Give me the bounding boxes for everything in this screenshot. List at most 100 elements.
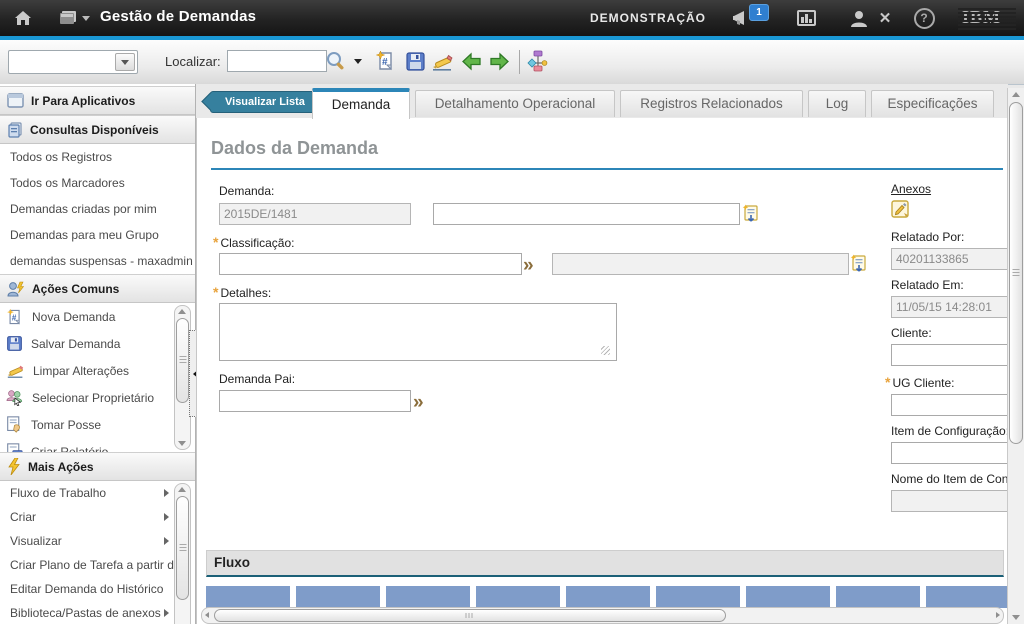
search-options-caret-icon[interactable] xyxy=(351,49,365,73)
scrollbar-thumb[interactable] xyxy=(214,609,726,622)
action-nova-demanda[interactable]: # Nova Demanda xyxy=(0,303,195,330)
query-item[interactable]: Todos os Registros xyxy=(0,144,195,170)
scroll-up-icon[interactable] xyxy=(1012,92,1020,97)
classificacao-descricao-field[interactable] xyxy=(552,253,849,275)
localizar-input[interactable] xyxy=(227,50,327,72)
combobox-caret-icon[interactable] xyxy=(115,53,135,71)
demanda-pai-field[interactable] xyxy=(219,390,411,412)
scroll-down-icon[interactable] xyxy=(1012,615,1020,620)
search-icon[interactable] xyxy=(324,49,348,73)
relatado-por-field[interactable] xyxy=(891,248,1008,270)
tab-detalhamento-operacional[interactable]: Detalhamento Operacional xyxy=(415,90,615,117)
profile-icon[interactable] xyxy=(848,7,870,29)
more-action-visualizar[interactable]: Visualizar xyxy=(0,529,195,553)
next-record-icon[interactable] xyxy=(487,49,511,73)
workflow-step[interactable] xyxy=(206,586,290,608)
query-item[interactable]: demandas suspensas - maxadmin xyxy=(0,248,195,274)
attachments-icon[interactable] xyxy=(891,200,911,220)
more-action-criar-plano[interactable]: Criar Plano de Tarefa a partir d... xyxy=(0,553,195,577)
demanda-field[interactable] xyxy=(219,203,411,225)
long-description-icon[interactable] xyxy=(850,254,868,273)
scrollbar-thumb[interactable] xyxy=(1009,102,1023,444)
sidebar-section-go-to[interactable]: Ir Para Aplicativos xyxy=(0,86,195,115)
workflow-icon[interactable] xyxy=(526,49,550,73)
submenu-arrow-icon xyxy=(164,609,169,617)
query-item[interactable]: Demandas para meu Grupo xyxy=(0,222,195,248)
logout-icon[interactable]: ✕ xyxy=(874,7,896,29)
sidebar-section-more-actions[interactable]: Mais Ações xyxy=(0,452,195,481)
classificacao-detail-menu-icon[interactable]: » xyxy=(523,256,534,275)
create-report-icon xyxy=(6,443,23,452)
classificacao-field[interactable] xyxy=(219,253,522,275)
demanda-pai-label: Demanda Pai: xyxy=(219,372,295,386)
workflow-step[interactable] xyxy=(656,586,740,608)
applications-menu-icon[interactable] xyxy=(58,7,90,29)
long-description-icon[interactable] xyxy=(742,204,760,223)
detalhes-textarea[interactable] xyxy=(219,303,617,361)
workflow-step[interactable] xyxy=(836,586,920,608)
query-item[interactable]: Todos os Marcadores xyxy=(0,170,195,196)
vertical-scrollbar[interactable] xyxy=(1007,88,1024,624)
demanda-pai-detail-menu-icon[interactable]: » xyxy=(413,393,424,412)
tab-registros-relacionados[interactable]: Registros Relacionados xyxy=(620,90,803,117)
more-action-criar[interactable]: Criar xyxy=(0,505,195,529)
scroll-left-icon[interactable] xyxy=(205,612,209,618)
workflow-step[interactable] xyxy=(386,586,470,608)
workflow-step[interactable] xyxy=(566,586,650,608)
ug-cliente-field[interactable] xyxy=(891,394,1008,416)
more-action-biblioteca-anexos[interactable]: Biblioteca/Pastas de anexos xyxy=(0,601,195,624)
textarea-resize-grip[interactable] xyxy=(601,346,610,355)
sidebar-section-label: Consultas Disponíveis xyxy=(30,123,159,137)
item-configuracao-field[interactable] xyxy=(891,442,1008,464)
reports-chart-icon[interactable] xyxy=(795,7,817,29)
workflow-step[interactable] xyxy=(746,586,830,608)
more-actions-scrollbar[interactable] xyxy=(174,483,191,624)
scrollbar-thumb[interactable] xyxy=(176,318,189,403)
workflow-step[interactable] xyxy=(926,586,1008,608)
ug-cliente-label: *UG Cliente: xyxy=(885,374,954,390)
action-criar-relatorio[interactable]: Criar Relatório xyxy=(0,438,195,452)
tab-demanda[interactable]: Demanda xyxy=(312,88,410,119)
action-label: Tomar Posse xyxy=(31,418,101,432)
query-item[interactable]: Demandas criadas por mim xyxy=(0,196,195,222)
scrollbar-thumb[interactable] xyxy=(176,496,189,600)
previous-record-icon[interactable] xyxy=(459,49,483,73)
action-selecionar-proprietario[interactable]: Selecionar Proprietário xyxy=(0,384,195,411)
more-action-editar-historico[interactable]: Editar Demanda do Histórico xyxy=(0,577,195,601)
help-icon[interactable]: ? xyxy=(913,7,935,29)
home-icon[interactable] xyxy=(12,7,34,29)
action-limpar-alteracoes[interactable]: Limpar Alterações xyxy=(0,357,195,384)
record-combobox[interactable] xyxy=(8,50,138,74)
sidebar-section-queries[interactable]: Consultas Disponíveis xyxy=(0,115,195,144)
sidebar-section-common-actions[interactable]: Ações Comuns xyxy=(0,274,195,303)
horizontal-scrollbar[interactable] xyxy=(201,607,1004,624)
fluxo-section-header[interactable]: Fluxo xyxy=(206,550,1004,577)
demanda-descricao-field[interactable] xyxy=(433,203,740,225)
anexos-link[interactable]: Anexos xyxy=(891,182,931,196)
action-tomar-posse[interactable]: Tomar Posse xyxy=(0,411,195,438)
tab-especificacoes[interactable]: Especificações xyxy=(871,90,994,117)
demanda-label: Demanda: xyxy=(219,184,274,198)
scroll-up-icon[interactable] xyxy=(178,309,186,314)
cliente-field[interactable] xyxy=(891,344,1008,366)
action-salvar-demanda[interactable]: Salvar Demanda xyxy=(0,330,195,357)
required-icon: * xyxy=(213,234,218,250)
scroll-up-icon[interactable] xyxy=(178,487,186,492)
relatado-em-field[interactable] xyxy=(891,296,1008,318)
scroll-down-icon[interactable] xyxy=(178,441,186,446)
new-record-icon: # xyxy=(6,308,24,326)
clear-changes-icon[interactable] xyxy=(430,49,454,73)
save-icon[interactable] xyxy=(403,49,427,73)
submenu-arrow-icon xyxy=(164,513,169,521)
scroll-right-icon[interactable] xyxy=(996,612,1000,618)
visualizar-lista-button[interactable]: Visualizar Lista xyxy=(210,91,316,113)
new-record-icon[interactable]: # xyxy=(374,49,398,73)
nome-item-configuracao-field[interactable] xyxy=(891,490,1008,512)
workflow-step[interactable] xyxy=(296,586,380,608)
tab-log[interactable]: Log xyxy=(808,90,866,117)
sidebar-section-label: Ir Para Aplicativos xyxy=(31,94,135,108)
workflow-step[interactable] xyxy=(476,586,560,608)
action-label: Visualizar xyxy=(10,534,164,548)
more-action-fluxo-de-trabalho[interactable]: Fluxo de Trabalho xyxy=(0,481,195,505)
more-actions-list: Fluxo de Trabalho Criar Visualizar Criar… xyxy=(0,481,195,624)
